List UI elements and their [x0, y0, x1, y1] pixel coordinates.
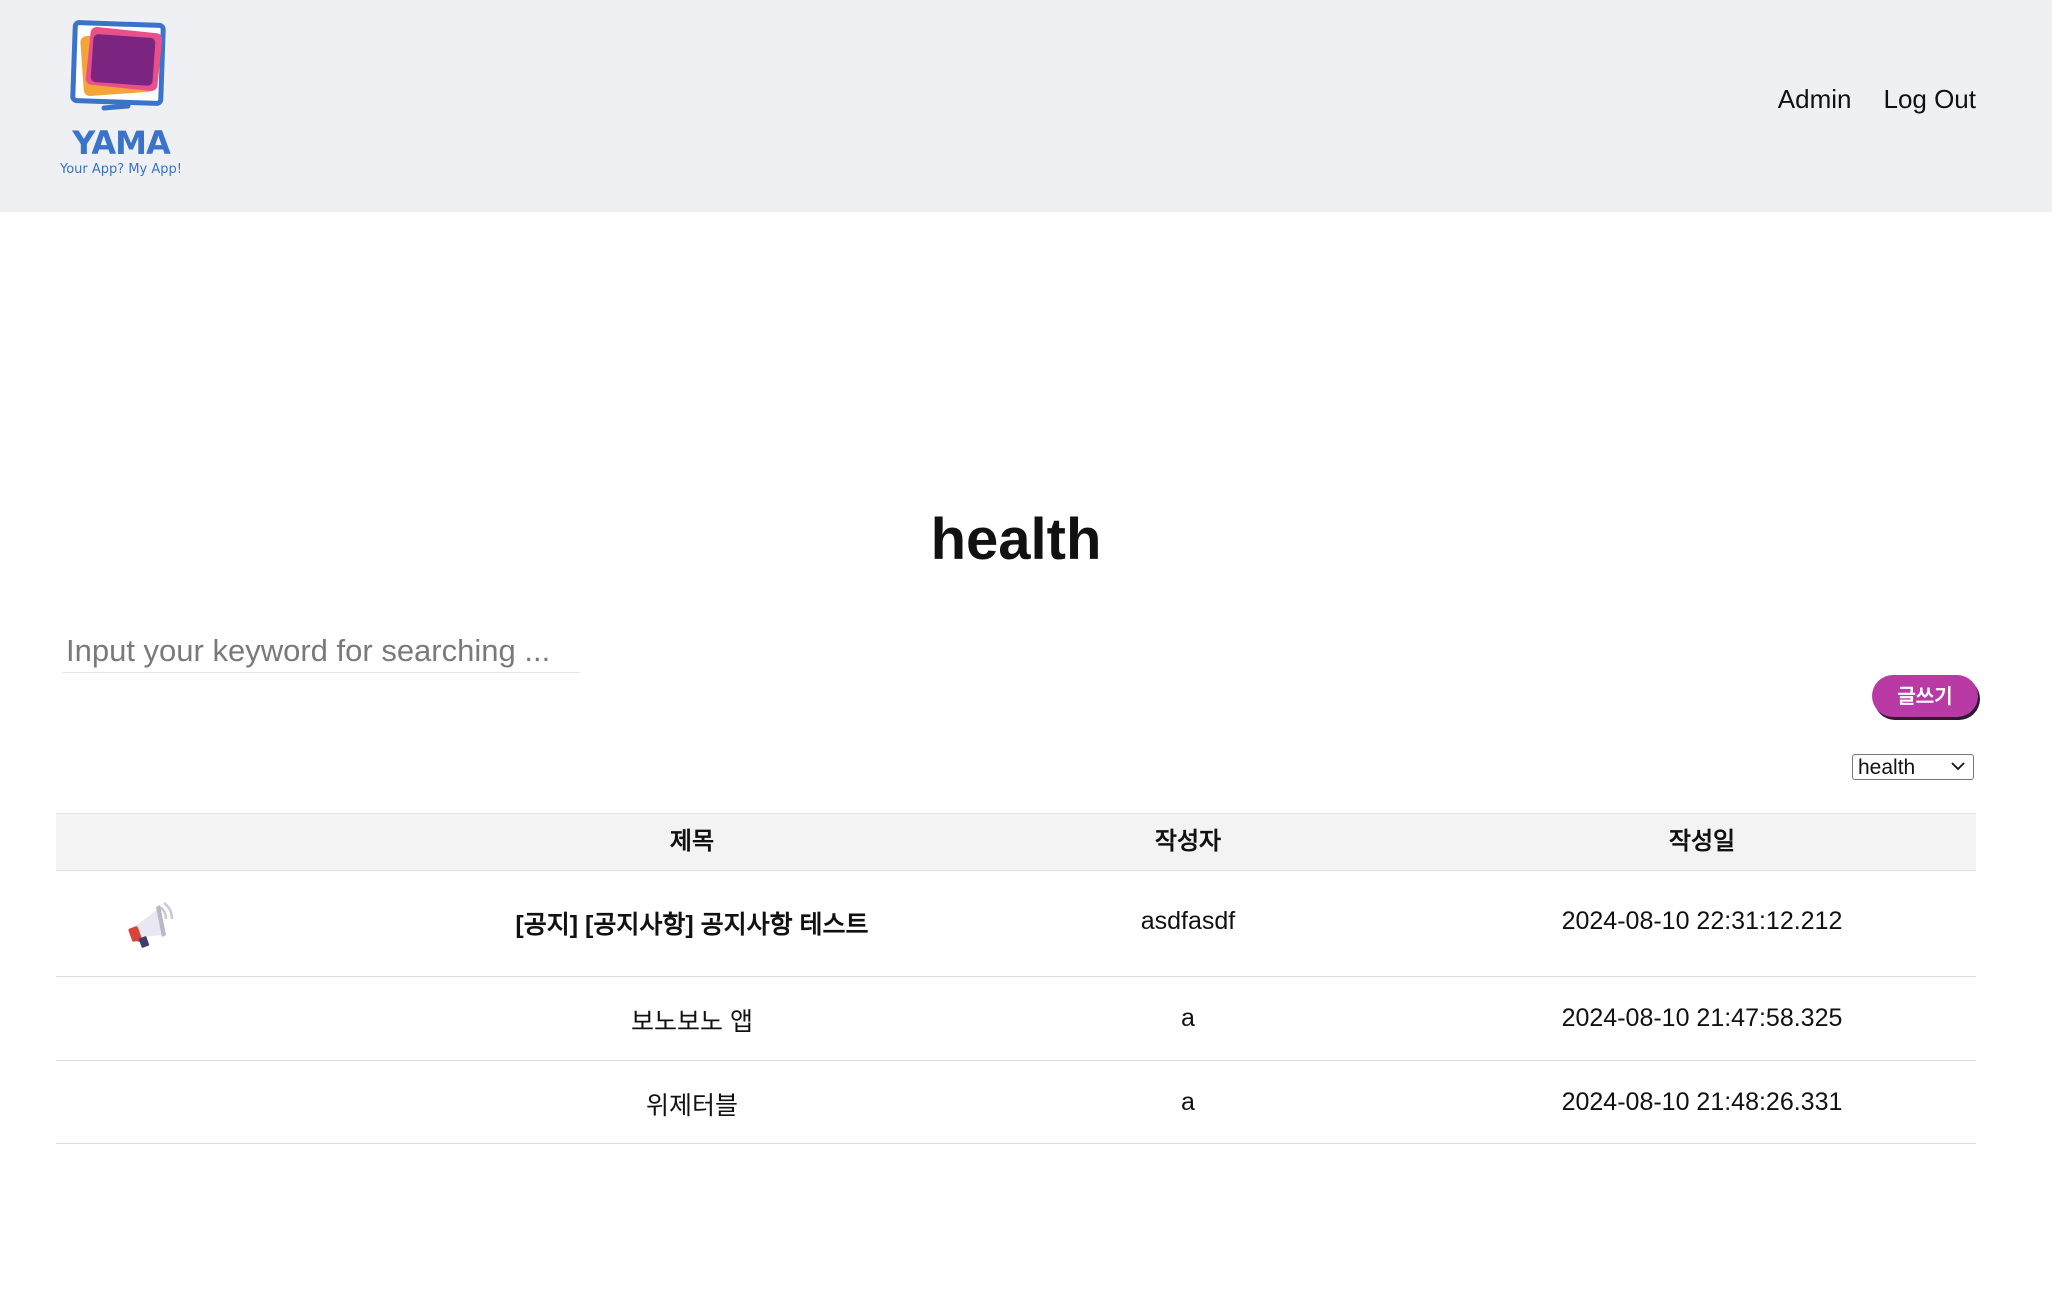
row-title[interactable]: 보노보노 앱 — [336, 1002, 1048, 1038]
row-author: asdfasdf — [1140, 907, 1236, 935]
row-date: 2024-08-10 21:47:58.325 — [1561, 1004, 1843, 1032]
chevron-down-icon — [1951, 762, 1965, 771]
table-row[interactable]: 위제터블 a 2024-08-10 21:48:26.331 — [56, 1061, 1976, 1144]
tv-logo-icon — [70, 20, 166, 111]
row-date: 2024-08-10 22:31:12.212 — [1561, 907, 1843, 935]
category-select[interactable]: health — [1852, 754, 1974, 780]
write-post-button[interactable]: 글쓰기 — [1872, 675, 1978, 717]
yama-logo[interactable]: YAMA Your App? My App! — [58, 18, 184, 182]
header-title: 제목 — [669, 828, 715, 855]
table-row[interactable]: [공지] [공지사항] 공지사항 테스트 asdfasdf 2024-08-10… — [56, 871, 1976, 977]
logo-tagline: Your App? My App! — [60, 162, 182, 177]
logout-link[interactable]: Log Out — [1883, 84, 1976, 115]
admin-link[interactable]: Admin — [1778, 84, 1852, 115]
row-title[interactable]: 위제터블 — [336, 1086, 1048, 1122]
logo-name: YAMA — [72, 124, 170, 162]
row-author: a — [1181, 1004, 1195, 1032]
table-header: 제목 작성자 작성일 — [56, 813, 1976, 871]
row-date: 2024-08-10 21:48:26.331 — [1561, 1088, 1843, 1116]
header-date: 작성일 — [1668, 828, 1736, 855]
header-author: 작성자 — [1154, 828, 1222, 855]
row-author: a — [1181, 1088, 1195, 1116]
table-row[interactable]: 보노보노 앱 a 2024-08-10 21:47:58.325 — [56, 977, 1976, 1061]
megaphone-icon — [126, 897, 182, 954]
header-bar: YAMA Your App? My App! Admin Log Out — [0, 0, 2052, 212]
page-title: health — [930, 507, 1102, 572]
top-nav: Admin Log Out — [1778, 84, 1976, 115]
category-select-value: health — [1858, 756, 1916, 779]
search-input[interactable] — [62, 630, 580, 673]
row-title[interactable]: [공지] [공지사항] 공지사항 테스트 — [336, 905, 1048, 941]
